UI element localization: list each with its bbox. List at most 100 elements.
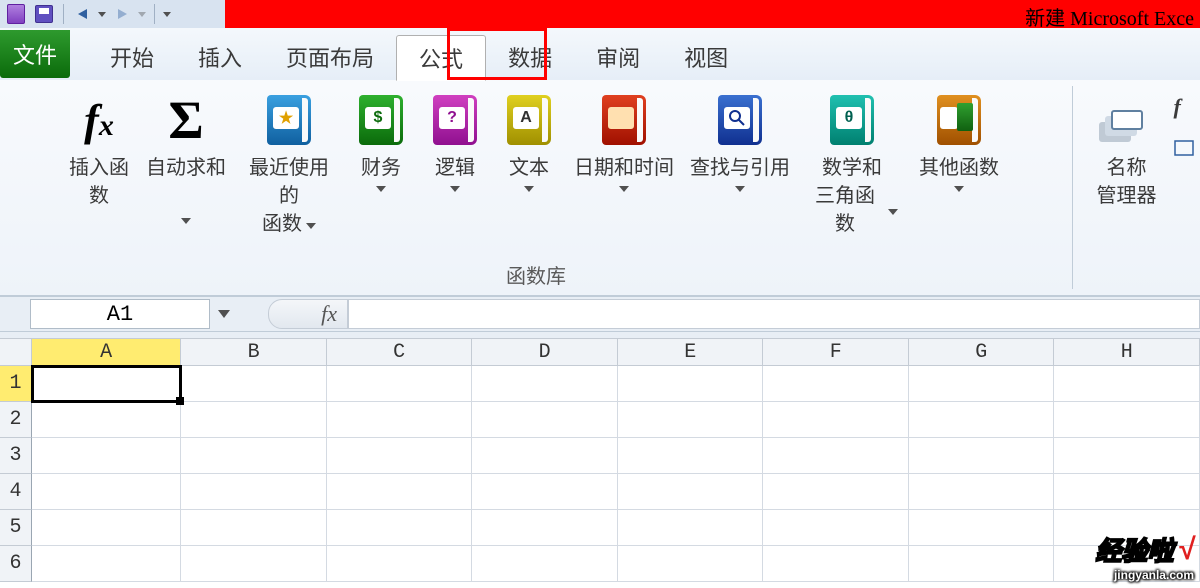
redo-icon[interactable] xyxy=(111,5,133,23)
cell[interactable] xyxy=(909,510,1055,546)
cell[interactable] xyxy=(763,546,909,582)
select-all-corner[interactable] xyxy=(0,338,32,366)
cell[interactable] xyxy=(32,510,182,546)
lookup-button[interactable]: 查找与引用 xyxy=(682,80,798,260)
row-header[interactable]: 3 xyxy=(0,438,32,474)
cell[interactable] xyxy=(618,510,764,546)
watermark-check-icon: √ xyxy=(1178,533,1194,567)
cell[interactable] xyxy=(763,474,909,510)
small-icon-2[interactable] xyxy=(1174,140,1194,159)
cell[interactable] xyxy=(1054,402,1200,438)
cell[interactable] xyxy=(327,510,473,546)
autosum-button[interactable]: Σ 自动求和 xyxy=(138,80,234,260)
col-header-E[interactable]: E xyxy=(618,338,764,366)
cell[interactable] xyxy=(909,366,1055,402)
cell[interactable] xyxy=(618,366,764,402)
tab-data[interactable]: 数据 xyxy=(486,34,574,80)
tab-formulas[interactable]: 公式 xyxy=(396,35,486,81)
redo-dropdown-icon[interactable] xyxy=(137,5,147,23)
tab-review[interactable]: 审阅 xyxy=(574,34,662,80)
row-header[interactable]: 1 xyxy=(0,366,32,402)
cell[interactable] xyxy=(1054,438,1200,474)
logical-button[interactable]: ? 逻辑 xyxy=(418,80,492,260)
tab-home[interactable]: 开始 xyxy=(88,34,176,80)
cell[interactable] xyxy=(763,510,909,546)
undo-icon[interactable] xyxy=(71,5,93,23)
col-header-B[interactable]: B xyxy=(181,338,327,366)
cell[interactable] xyxy=(181,546,327,582)
recent-functions-button[interactable]: ★ 最近使用的函数 xyxy=(234,80,344,260)
datetime-button[interactable]: 日期和时间 xyxy=(566,80,682,260)
col-header-G[interactable]: G xyxy=(909,338,1055,366)
cell[interactable] xyxy=(32,402,182,438)
save-icon[interactable] xyxy=(32,3,56,25)
cell[interactable] xyxy=(909,474,1055,510)
cell[interactable] xyxy=(181,510,327,546)
col-header-D[interactable]: D xyxy=(472,338,618,366)
fx-small-icon[interactable]: f xyxy=(1174,94,1194,120)
col-header-F[interactable]: F xyxy=(763,338,909,366)
worksheet-grid[interactable]: A B C D E F G H 123456 xyxy=(0,338,1200,582)
magnifier-icon xyxy=(728,109,746,127)
cell[interactable] xyxy=(32,474,182,510)
cell[interactable] xyxy=(763,438,909,474)
cell[interactable] xyxy=(618,474,764,510)
cell[interactable] xyxy=(32,366,182,402)
cell[interactable] xyxy=(909,402,1055,438)
ribbon-tabs: 文件 开始 插入 页面布局 公式 数据 审阅 视图 xyxy=(0,28,1200,80)
cell[interactable] xyxy=(909,438,1055,474)
tab-pagelayout[interactable]: 页面布局 xyxy=(264,34,396,80)
autosum-label: 自动求和 xyxy=(146,154,226,182)
text-button[interactable]: A 文本 xyxy=(492,80,566,260)
col-header-A[interactable]: A xyxy=(32,338,182,366)
row-header[interactable]: 6 xyxy=(0,546,32,582)
formula-bar-input[interactable] xyxy=(348,299,1200,329)
cell[interactable] xyxy=(472,402,618,438)
cell[interactable] xyxy=(472,474,618,510)
cell[interactable] xyxy=(327,366,473,402)
cell[interactable] xyxy=(472,510,618,546)
cell[interactable] xyxy=(181,402,327,438)
tab-view[interactable]: 视图 xyxy=(662,34,750,80)
cell[interactable] xyxy=(1054,366,1200,402)
cell[interactable] xyxy=(618,546,764,582)
name-box[interactable]: A1 xyxy=(30,299,210,329)
cell[interactable] xyxy=(32,438,182,474)
cell[interactable] xyxy=(181,474,327,510)
cell[interactable] xyxy=(472,438,618,474)
cell[interactable] xyxy=(763,366,909,402)
cell[interactable] xyxy=(327,474,473,510)
formula-bar-buttons[interactable]: fx xyxy=(268,299,348,329)
cell[interactable] xyxy=(909,546,1055,582)
cell[interactable] xyxy=(327,438,473,474)
cell[interactable] xyxy=(763,402,909,438)
cell[interactable] xyxy=(181,438,327,474)
cell[interactable] xyxy=(472,366,618,402)
name-manager-button[interactable]: 名称管理器 xyxy=(1080,80,1174,260)
cell[interactable] xyxy=(1054,474,1200,510)
undo-dropdown-icon[interactable] xyxy=(97,5,107,23)
cell[interactable] xyxy=(181,366,327,402)
col-header-C[interactable]: C xyxy=(327,338,473,366)
more-functions-button[interactable]: 其他函数 xyxy=(906,80,1012,260)
name-box-dropdown[interactable] xyxy=(210,299,238,329)
cell[interactable] xyxy=(32,546,182,582)
row-header[interactable]: 2 xyxy=(0,402,32,438)
book-icon xyxy=(602,95,646,145)
cell[interactable] xyxy=(618,438,764,474)
dropdown-icon xyxy=(181,218,191,224)
app-icon[interactable] xyxy=(4,3,28,25)
tab-file[interactable]: 文件 xyxy=(0,30,70,78)
insert-function-button[interactable]: fx 插入函数 xyxy=(60,80,138,260)
row-header[interactable]: 4 xyxy=(0,474,32,510)
col-header-H[interactable]: H xyxy=(1054,338,1200,366)
financial-button[interactable]: $ 财务 xyxy=(344,80,418,260)
qat-customize-icon[interactable] xyxy=(162,5,172,23)
row-header[interactable]: 5 xyxy=(0,510,32,546)
cell[interactable] xyxy=(618,402,764,438)
cell[interactable] xyxy=(472,546,618,582)
tab-insert[interactable]: 插入 xyxy=(176,34,264,80)
cell[interactable] xyxy=(327,402,473,438)
math-trig-button[interactable]: θ 数学和三角函数 xyxy=(798,80,906,260)
cell[interactable] xyxy=(327,546,473,582)
